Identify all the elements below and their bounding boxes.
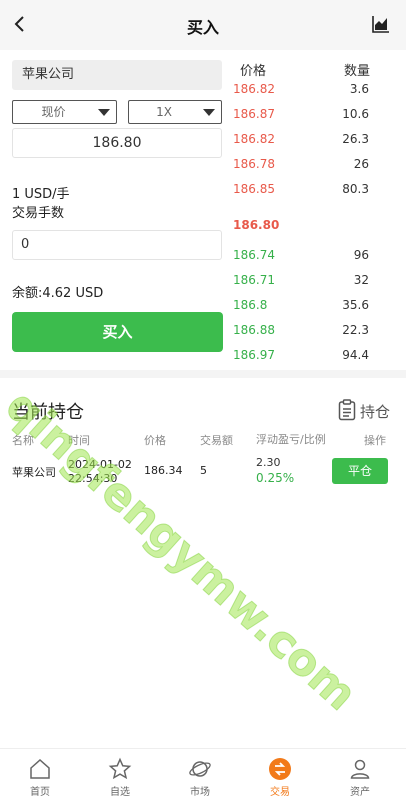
positions-section: 当前持仓 持仓 名称 时间 价格 交易额 浮动盈亏/比例 操作 苹果公司 202…: [0, 378, 406, 748]
col-name: 名称: [12, 434, 34, 447]
tab-assets[interactable]: 资产: [330, 757, 390, 798]
tab-watchlist-label: 自选: [110, 787, 130, 798]
bid-price: 186.97: [233, 348, 275, 362]
top-bar: 买入: [0, 0, 406, 50]
close-position-button[interactable]: 平仓: [332, 458, 388, 484]
bid-qty: 94.4: [342, 348, 369, 362]
bid-row[interactable]: 186.88 22.3: [233, 323, 393, 343]
tab-market-label: 市场: [190, 787, 210, 798]
ask-row[interactable]: 186.87 10.6: [233, 107, 393, 127]
caret-down-icon: [203, 109, 215, 116]
ask-price: 186.87: [233, 107, 275, 121]
order-type-value: 现价: [41, 105, 66, 119]
leverage-select[interactable]: 1X: [128, 100, 222, 124]
book-price-header: 价格: [240, 64, 267, 79]
pos-pnl-pct: 0.25%: [256, 471, 295, 485]
col-price: 价格: [144, 434, 166, 447]
bid-qty: 35.6: [342, 298, 369, 312]
bid-price: 186.88: [233, 323, 275, 337]
tab-market[interactable]: 市场: [170, 757, 230, 798]
col-amount: 交易额: [200, 434, 233, 447]
bid-price: 186.71: [233, 273, 275, 287]
bid-price: 186.8: [233, 298, 268, 312]
ask-qty: 10.6: [342, 107, 369, 121]
pos-time: 22:54:30: [68, 472, 118, 485]
price-input[interactable]: 186.80: [12, 128, 222, 158]
caret-down-icon: [98, 109, 110, 116]
holdings-label: 持仓: [359, 403, 390, 421]
ask-row[interactable]: 186.82 26.3: [233, 132, 393, 152]
tab-trade-label: 交易: [270, 787, 290, 798]
quantity-label: 交易手数: [12, 206, 65, 221]
ask-price: 186.82: [233, 132, 275, 146]
bid-qty: 22.3: [342, 323, 369, 337]
bid-qty: 96: [353, 248, 369, 262]
col-pnl: 浮动盈亏/比例: [256, 433, 326, 446]
pos-price: 186.34: [144, 464, 183, 477]
pos-name: 苹果公司: [12, 466, 56, 479]
planet-icon: [189, 761, 211, 777]
tab-watchlist[interactable]: 自选: [90, 757, 150, 798]
unit-label: 1 USD/手: [12, 187, 70, 202]
tab-home[interactable]: 首页: [10, 757, 70, 798]
user-icon: [350, 759, 370, 779]
positions-title: 当前持仓: [12, 402, 84, 423]
bid-row[interactable]: 186.97 94.4: [233, 348, 393, 368]
trade-icon: [269, 758, 291, 780]
pos-date: 2024-01-02: [68, 458, 132, 471]
bid-row[interactable]: 186.74 96: [233, 248, 393, 268]
bid-row[interactable]: 186.8 35.6: [233, 298, 393, 318]
pos-pnl: 2.30: [256, 456, 281, 469]
order-panel: 苹果公司 现价 1X 186.80 1 USD/手 交易手数 0 余额:4.62…: [0, 50, 406, 370]
bottom-tab-bar: 首页 自选 市场 交易 资产: [0, 748, 406, 800]
page-title: 买入: [186, 18, 219, 37]
ask-row[interactable]: 186.85 80.3: [233, 182, 393, 202]
quantity-input[interactable]: 0: [12, 230, 222, 260]
col-time: 时间: [68, 434, 90, 447]
ask-qty: 26.3: [342, 132, 369, 146]
ask-price: 186.82: [233, 82, 275, 96]
tab-home-label: 首页: [30, 787, 50, 798]
stock-name-field[interactable]: 苹果公司: [12, 60, 222, 90]
ask-row[interactable]: 186.82 3.6: [233, 82, 393, 102]
book-qty-header: 数量: [344, 64, 371, 79]
ask-price: 186.78: [233, 157, 275, 171]
bid-price: 186.74: [233, 248, 275, 262]
ask-qty: 26: [353, 157, 369, 171]
ask-price: 186.85: [233, 182, 275, 196]
pos-amount: 5: [200, 464, 207, 477]
tab-trade[interactable]: 交易: [250, 757, 310, 798]
balance-text: 余额:4.62 USD: [12, 286, 104, 301]
star-icon: [108, 757, 132, 780]
col-action: 操作: [364, 434, 386, 447]
chart-button[interactable]: [372, 15, 392, 35]
ask-qty: 3.6: [349, 82, 369, 96]
bid-qty: 32: [353, 273, 369, 287]
clipboard-icon: [338, 399, 356, 421]
last-price: 186.80: [233, 218, 280, 232]
ask-qty: 80.3: [342, 182, 369, 196]
order-type-select[interactable]: 现价: [12, 100, 117, 124]
tab-assets-label: 资产: [350, 787, 370, 798]
home-icon: [30, 758, 50, 779]
buy-button[interactable]: 买入: [12, 312, 223, 352]
leverage-value: 1X: [156, 105, 172, 119]
bid-row[interactable]: 186.71 32: [233, 273, 393, 293]
area-chart-icon: [372, 16, 389, 33]
ask-row[interactable]: 186.78 26: [233, 157, 393, 177]
